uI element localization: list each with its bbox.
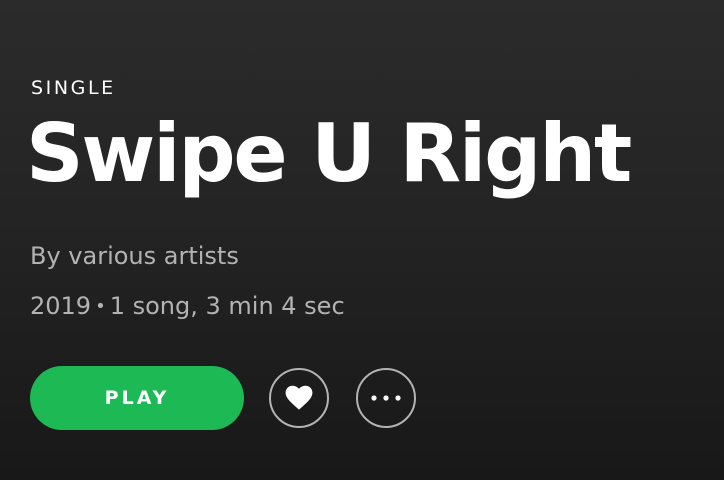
album-year: 2019 (30, 292, 92, 320)
album-meta: 2019 • 1 song, 3 min 4 sec (30, 292, 345, 320)
heart-icon (285, 385, 313, 410)
like-button[interactable] (269, 368, 329, 428)
action-bar: PLAY (30, 366, 416, 430)
meta-separator: • (95, 296, 106, 317)
album-type-label: SINGLE (31, 77, 116, 99)
album-summary: 1 song, 3 min 4 sec (109, 292, 345, 320)
more-options-button[interactable] (356, 368, 416, 428)
album-title: Swipe U Right (26, 107, 632, 200)
play-button[interactable]: PLAY (30, 366, 244, 430)
more-icon (371, 395, 401, 401)
album-byline[interactable]: By various artists (30, 242, 239, 270)
